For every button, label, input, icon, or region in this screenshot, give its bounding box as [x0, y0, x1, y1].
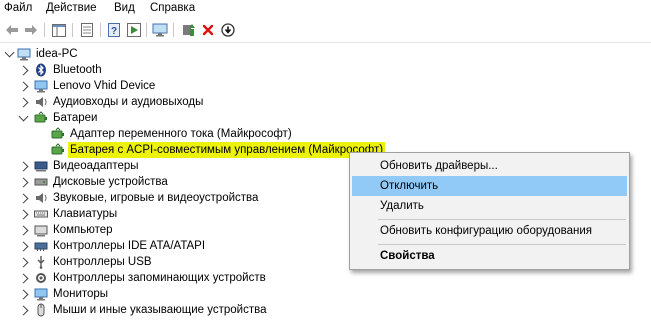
toolbar-divider	[0, 42, 651, 43]
chevron-right-icon[interactable]	[18, 305, 29, 316]
tree-item-label: Контроллеры USB	[53, 256, 152, 268]
tree-item-label: Bluetooth	[53, 64, 102, 76]
properties-icon[interactable]	[78, 21, 96, 39]
controller-icon	[34, 239, 48, 253]
tree-item-storage-controllers[interactable]: Контроллеры запоминающих устройств	[0, 270, 280, 286]
chevron-right-icon[interactable]	[18, 97, 29, 108]
help-icon[interactable]: ?	[105, 21, 123, 39]
tree-item-monitors[interactable]: Мониторы	[0, 286, 200, 302]
tree-item-label: Компьютер	[53, 224, 113, 236]
chevron-right-icon[interactable]	[18, 241, 29, 252]
menu-action[interactable]: Действие	[46, 2, 97, 14]
menu-item-delete[interactable]: Удалить	[350, 196, 629, 216]
tree-item-ac-adapter[interactable]: Адаптер переменного тока (Майкрософт)	[0, 126, 320, 142]
disk-drive-icon	[34, 175, 48, 189]
menu-separator	[378, 219, 626, 220]
chevron-right-icon[interactable]	[18, 81, 29, 92]
menu-item-scan-hardware[interactable]: Обновить конфигурацию оборудования	[350, 221, 629, 241]
monitor-icon	[34, 287, 48, 301]
menu-item-label: Обновить конфигурацию оборудования	[380, 225, 592, 237]
toolbar: ?	[0, 18, 651, 42]
forward-arrow-icon[interactable]	[22, 21, 40, 39]
tree-item-label: Lenovo Vhid Device	[53, 80, 156, 92]
menu-item-disable[interactable]: Отключить	[352, 176, 627, 196]
chevron-right-icon[interactable]	[18, 177, 29, 188]
chevron-right-icon[interactable]	[18, 193, 29, 204]
menu-item-label: Свойства	[380, 250, 435, 262]
computer-scan-icon[interactable]	[151, 21, 169, 39]
menu-item-update-drivers[interactable]: Обновить драйверы...	[350, 156, 629, 176]
chevron-right-icon[interactable]	[18, 65, 29, 76]
speaker-icon	[34, 191, 48, 205]
tree-item-label: Клавиатуры	[53, 208, 118, 220]
menu-item-properties[interactable]: Свойства	[350, 246, 629, 266]
tree-item-acpi-battery[interactable]: Батарея с ACPI-совместимым управлением (…	[0, 142, 386, 158]
mouse-icon	[34, 303, 48, 317]
chevron-right-icon[interactable]	[18, 289, 29, 300]
show-hide-tree-icon[interactable]	[50, 21, 68, 39]
computer-icon	[17, 47, 31, 61]
tree-item-ide-controllers[interactable]: Контроллеры IDE ATA/ATAPI	[0, 238, 220, 254]
tree-item-batteries[interactable]: Батареи	[0, 110, 200, 126]
display-adapter-icon	[34, 159, 48, 173]
usb-icon	[34, 255, 48, 269]
update-driver-icon[interactable]	[179, 21, 197, 39]
tree-item-label: Видеоадаптеры	[53, 160, 139, 172]
tree-item-label: Контроллеры IDE ATA/ATAPI	[53, 240, 206, 252]
tree-item-label: Батареи	[53, 112, 98, 124]
download-icon[interactable]	[219, 21, 237, 39]
chevron-down-icon[interactable]	[4, 47, 15, 58]
tree-item-video-adapters[interactable]: Видеоадаптеры	[0, 158, 200, 174]
tree-item-usb-controllers[interactable]: Контроллеры USB	[0, 254, 200, 270]
storage-controller-icon	[34, 271, 48, 285]
battery-icon	[51, 143, 65, 157]
battery-icon	[51, 127, 65, 141]
tree-item-sound-game-video[interactable]: Звуковые, игровые и видеоустройства	[0, 190, 260, 206]
tree-item-audio-io[interactable]: Аудиовходы и аудиовыходы	[0, 94, 240, 110]
tree-item-mice[interactable]: Мыши и иные указывающие устройства	[0, 302, 300, 318]
chevron-down-icon[interactable]	[18, 111, 29, 122]
monitor-icon	[34, 79, 48, 93]
chevron-right-icon[interactable]	[18, 273, 29, 284]
menu-file[interactable]: Файл	[4, 2, 32, 14]
tree-item-label: Адаптер переменного тока (Майкрософт)	[70, 128, 292, 140]
tree-item-computer[interactable]: Компьютер	[0, 222, 200, 238]
tree-item-label: Дисковые устройства	[53, 176, 168, 188]
tree-item-label: Мониторы	[53, 288, 109, 300]
context-menu: Обновить драйверы... Отключить Удалить О…	[349, 152, 630, 270]
tree-item-label: Мыши и иные указывающие устройства	[53, 304, 267, 316]
chevron-right-icon[interactable]	[18, 225, 29, 236]
menu-item-label: Обновить драйверы...	[380, 160, 498, 172]
tree-item-label: Аудиовходы и аудиовыходы	[53, 96, 204, 108]
menu-item-label: Отключить	[380, 180, 439, 192]
tree-item-label: Контроллеры запоминающих устройств	[53, 272, 266, 284]
tree-item-label: Звуковые, игровые и видеоустройства	[53, 192, 259, 204]
tree-item-disk-drives[interactable]: Дисковые устройства	[0, 174, 220, 190]
menu-item-label: Удалить	[380, 200, 424, 212]
tree-item-keyboards[interactable]: Клавиатуры	[0, 206, 200, 222]
tree-root-label: idea-PC	[36, 48, 78, 60]
menu-view[interactable]: Вид	[114, 2, 135, 14]
tree-root[interactable]: idea-PC	[0, 46, 200, 62]
menu-bar: Файл Действие Вид Справка	[0, 0, 651, 17]
svg-text:?: ?	[111, 26, 117, 37]
keyboard-icon	[34, 207, 48, 221]
chevron-right-icon[interactable]	[18, 209, 29, 220]
chevron-right-icon[interactable]	[18, 257, 29, 268]
tree-item-bluetooth[interactable]: Bluetooth	[0, 62, 200, 78]
battery-icon	[34, 111, 48, 125]
tree-item-lenovo-vhid[interactable]: Lenovo Vhid Device	[0, 78, 200, 94]
chevron-right-icon[interactable]	[18, 161, 29, 172]
menu-help[interactable]: Справка	[150, 2, 195, 14]
back-arrow-icon[interactable]	[3, 21, 21, 39]
run-icon[interactable]	[125, 21, 143, 39]
speaker-icon	[34, 95, 48, 109]
menu-separator	[378, 244, 626, 245]
uninstall-icon[interactable]	[199, 21, 217, 39]
computer-icon	[34, 223, 48, 237]
bluetooth-icon	[34, 63, 48, 77]
tree-item-label-selected: Батарея с ACPI-совместимым управлением (…	[68, 142, 386, 158]
